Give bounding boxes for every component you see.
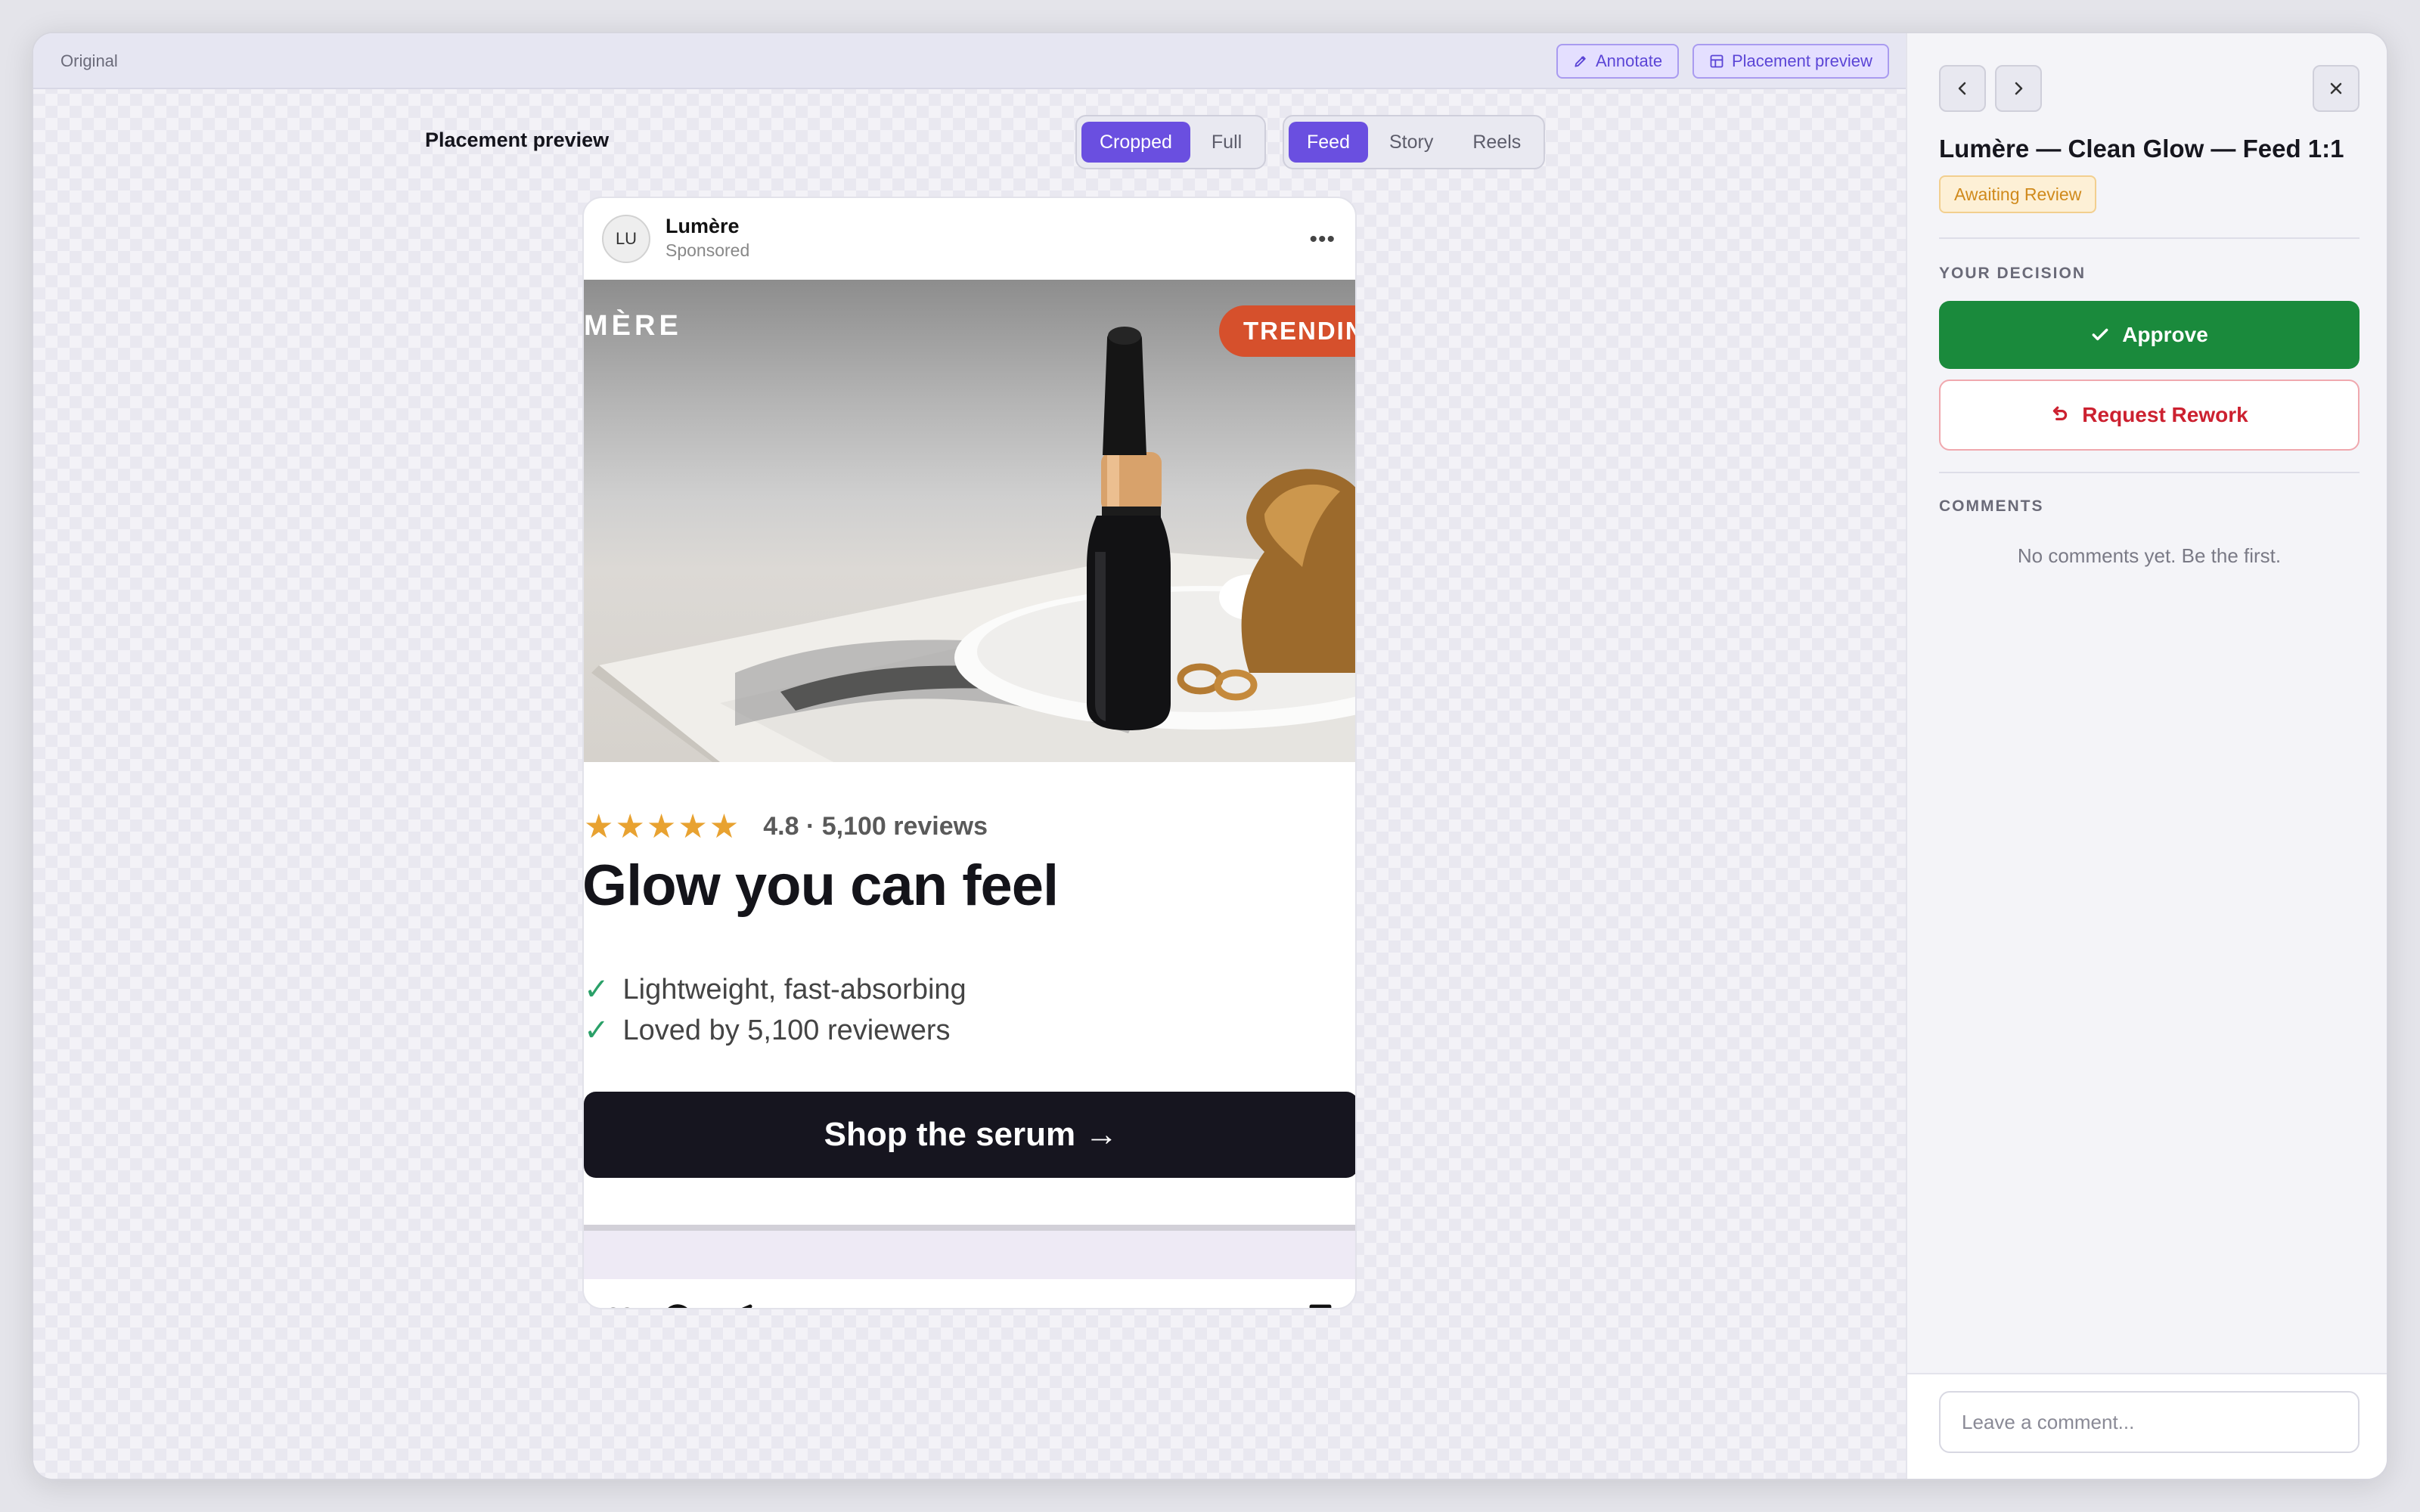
asset-title: Lumère — Clean Glow — Feed 1:1	[1939, 135, 2344, 163]
placement-preview-button[interactable]: Placement preview	[1692, 44, 1889, 79]
ad-creative-image: MÈRE TRENDIN	[584, 280, 1355, 762]
placement-option-feed[interactable]: Feed	[1289, 122, 1368, 163]
chevron-right-icon	[2015, 82, 2023, 95]
ad-headline: Glow you can feel	[582, 854, 1059, 918]
bookmark-icon[interactable]	[1302, 1302, 1339, 1308]
check-icon: ✓	[584, 973, 610, 1006]
review-panel: Lumère — Clean Glow — Feed 1:1 Awaiting …	[1906, 33, 2387, 1479]
rating-text: 4.8 · 5,100 reviews	[763, 811, 988, 841]
approve-button[interactable]: Approve	[1939, 301, 2360, 369]
close-icon	[2330, 82, 2342, 94]
canvas-toolbar: Original Annotate Placement preview	[33, 33, 1906, 89]
divider	[584, 1225, 1355, 1231]
placement-option-reels[interactable]: Reels	[1454, 122, 1539, 163]
crop-toggle: Cropped Full	[1075, 115, 1267, 169]
benefit-item-2: ✓ Loved by 5,100 reviewers	[584, 1013, 951, 1048]
request-rework-button[interactable]: Request Rework	[1939, 380, 2360, 451]
crop-option-full[interactable]: Full	[1193, 122, 1260, 163]
benefit-item-1: ✓ Lightweight, fast-absorbing	[584, 972, 966, 1007]
close-button[interactable]	[2313, 65, 2360, 112]
annotate-label: Annotate	[1596, 51, 1663, 70]
post-header: LU Lumère Sponsored •••	[584, 198, 1355, 280]
post-brand-name: Lumère	[666, 215, 740, 237]
caption-placeholder	[584, 1231, 1355, 1279]
placement-preview-label: Placement preview	[1732, 51, 1872, 70]
trending-badge: TRENDIN	[1219, 305, 1355, 357]
review-window: Original Annotate Placement preview Plac…	[32, 32, 2388, 1480]
undo-icon	[2053, 406, 2068, 421]
post-actions	[584, 1279, 1355, 1308]
empty-comments-text: No comments yet. Be the first.	[2017, 544, 2282, 567]
comment-icon[interactable]	[659, 1302, 696, 1308]
status-badge: Awaiting Review	[1939, 175, 2097, 213]
placement-toggle: Feed Story Reels	[1283, 115, 1546, 169]
placement-option-story[interactable]: Story	[1371, 122, 1451, 163]
layout-icon	[1710, 54, 1723, 68]
rework-label: Request Rework	[2082, 403, 2248, 426]
sponsored-label: Sponsored	[666, 240, 750, 260]
annotate-button[interactable]: Annotate	[1556, 44, 1680, 79]
more-horizontal-icon[interactable]: •••	[1309, 227, 1336, 253]
original-label: Original	[60, 51, 118, 70]
check-icon	[2092, 328, 2108, 341]
benefit-text: Lightweight, fast-absorbing	[622, 973, 966, 1005]
send-icon[interactable]	[718, 1302, 755, 1308]
next-button[interactable]	[1995, 65, 2042, 112]
previous-button[interactable]	[1939, 65, 1986, 112]
benefit-text: Loved by 5,100 reviewers	[622, 1014, 951, 1046]
check-icon: ✓	[584, 1014, 610, 1047]
chevron-left-icon	[1958, 82, 1966, 95]
avatar: LU	[602, 215, 650, 263]
heart-icon[interactable]	[602, 1302, 638, 1308]
comment-input[interactable]	[1939, 1391, 2360, 1453]
preview-canvas: Original Annotate Placement preview Plac…	[33, 33, 1906, 1479]
image-brand-text: MÈRE	[584, 310, 682, 342]
decision-section-label: YOUR DECISION	[1939, 265, 2086, 282]
comments-section-label: COMMENTS	[1939, 497, 2044, 515]
comment-composer	[1907, 1373, 2387, 1479]
preview-title: Placement preview	[425, 129, 610, 151]
star-rating: ★★★★★	[584, 807, 741, 845]
divider	[1939, 472, 2360, 473]
shop-cta-button[interactable]: Shop the serum →	[584, 1092, 1355, 1178]
rating-row: ★★★★★ 4.8 · 5,100 reviews	[584, 807, 988, 845]
feed-post-preview: LU Lumère Sponsored ••• MÈRE TRENDIN ★★★…	[582, 197, 1357, 1309]
approve-label: Approve	[2122, 323, 2208, 346]
crop-option-cropped[interactable]: Cropped	[1081, 122, 1190, 163]
pencil-icon	[1575, 56, 1586, 67]
divider	[1939, 237, 2360, 239]
